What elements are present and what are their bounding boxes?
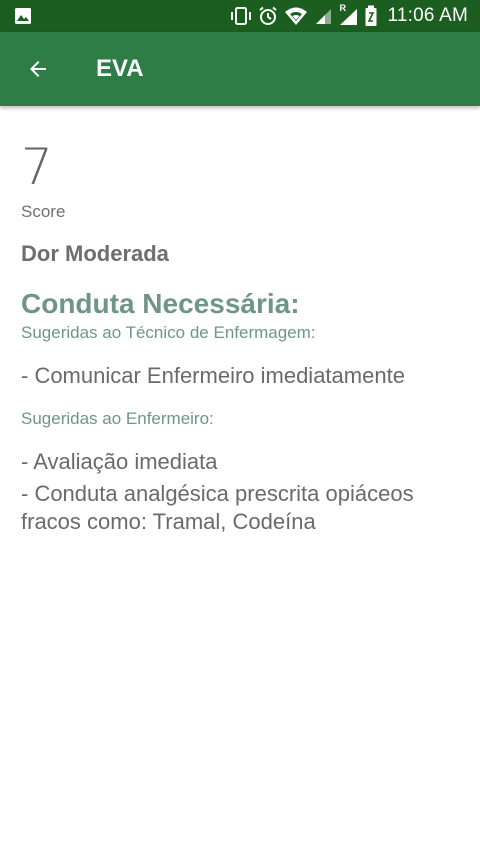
result-content: 7 Score Dor Moderada Conduta Necessária:…: [21, 138, 461, 536]
page-title: EVA: [96, 55, 144, 82]
status-icons: R 11:06 AM: [230, 0, 468, 32]
wifi-icon: [284, 7, 307, 25]
app-bar: EVA: [0, 32, 480, 106]
battery-icon: [365, 5, 377, 26]
pain-level: Dor Moderada: [21, 241, 169, 266]
status-bar: R 11:06 AM: [0, 0, 480, 32]
list-item: - Avaliação imediata: [21, 449, 218, 474]
signal-icon: [315, 9, 331, 24]
list-item: - Comunicar Enfermeiro imediatamente: [21, 363, 405, 388]
roaming-label: R: [339, 3, 347, 13]
conduct-title: Conduta Necessária:: [21, 288, 300, 319]
image-icon: [15, 8, 31, 24]
vibrate-icon: [230, 7, 251, 25]
back-button[interactable]: [14, 45, 62, 93]
alarm-icon: [258, 6, 277, 25]
list-item: - Conduta analgésica prescrita opiáceos …: [21, 481, 414, 534]
technician-section-label: Sugeridas ao Técnico de Enfermagem:: [21, 323, 316, 342]
arrow-left-icon: [30, 61, 46, 77]
score-label: Score: [21, 202, 66, 221]
technician-items: - Comunicar Enfermeiro imediatamente: [21, 362, 461, 390]
nurse-section-label: Sugeridas ao Enfermeiro:: [21, 409, 214, 428]
score-value: 7: [21, 138, 53, 196]
status-clock: 11:06 AM: [387, 5, 468, 26]
roaming-signal-icon: R: [338, 3, 358, 26]
nurse-items: - Avaliação imediata - Conduta analgésic…: [21, 448, 461, 536]
